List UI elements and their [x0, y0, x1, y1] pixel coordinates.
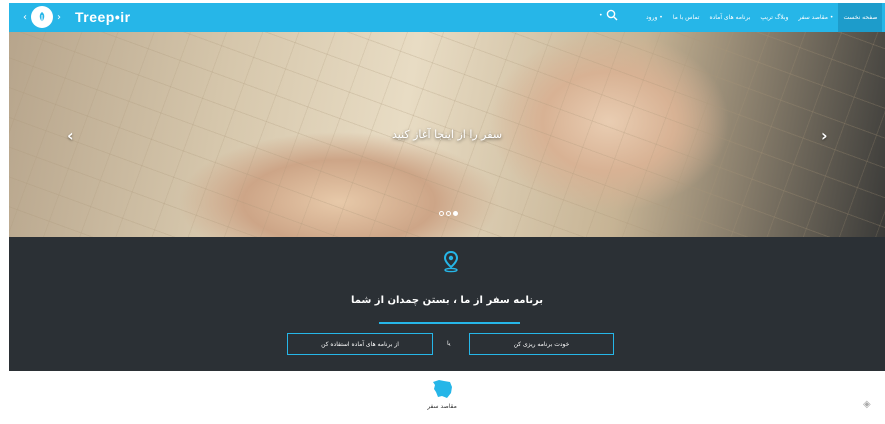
carousel-dot[interactable]: [439, 211, 444, 216]
nav-item-ready-plans[interactable]: برنامه های آماده: [704, 3, 755, 32]
nav-item-blog[interactable]: وبلاگ تریپ: [755, 3, 793, 32]
intro-section: برنامه سفر از ما ، بستن چمدان از شما از …: [9, 237, 885, 371]
main-menu: ورود • تماس با ما برنامه های آماده وبلاگ…: [641, 3, 883, 32]
tagline-underline: [379, 322, 520, 324]
or-label: یا: [447, 340, 451, 347]
carousel-indicators: [439, 211, 458, 216]
intro-tagline: برنامه سفر از ما ، بستن چمدان از شما: [351, 295, 543, 306]
nav-item-login[interactable]: ورود •: [641, 3, 668, 32]
carousel-dot[interactable]: [446, 211, 451, 216]
brand-name: Treep•ir: [75, 9, 131, 25]
hero-carousel: ‹ سفر را از اینجا آغاز کنید ›: [9, 32, 885, 237]
destinations-link[interactable]: مقاصد سفر: [424, 379, 460, 410]
leaf-logo-icon: [31, 6, 53, 28]
carousel-next-arrow[interactable]: ›: [821, 126, 828, 145]
plan-yourself-button[interactable]: خودت برنامه ریزی کن: [469, 333, 614, 355]
destinations-label: مقاصد سفر: [427, 403, 457, 410]
carousel-dot-active[interactable]: [453, 211, 458, 216]
nav-item-destinations[interactable]: مقاصد سفر •: [793, 3, 838, 32]
search-caret: •: [599, 11, 603, 19]
hero-caption: سفر را از اینجا آغاز کنید: [391, 128, 503, 141]
ready-plans-button[interactable]: از برنامه های آماده استفاده کن: [287, 333, 433, 355]
nav-item-contact[interactable]: تماس با ما: [668, 3, 705, 32]
location-pin-icon: [443, 250, 459, 277]
scroll-top-icon[interactable]: ◈: [863, 399, 871, 410]
top-navbar: ‹ › Treep•ir • ورود • تماس با ما برنامه …: [9, 3, 885, 32]
iran-map-icon: [433, 380, 452, 398]
chevron-right-icon: ›: [57, 11, 61, 23]
nav-item-home[interactable]: صفحه نخست: [838, 3, 883, 32]
search-icon: [606, 9, 618, 21]
site-logo[interactable]: ‹ › Treep•ir: [23, 6, 131, 28]
search-toggle[interactable]: •: [599, 9, 618, 21]
chevron-left-icon: ‹: [23, 11, 27, 23]
